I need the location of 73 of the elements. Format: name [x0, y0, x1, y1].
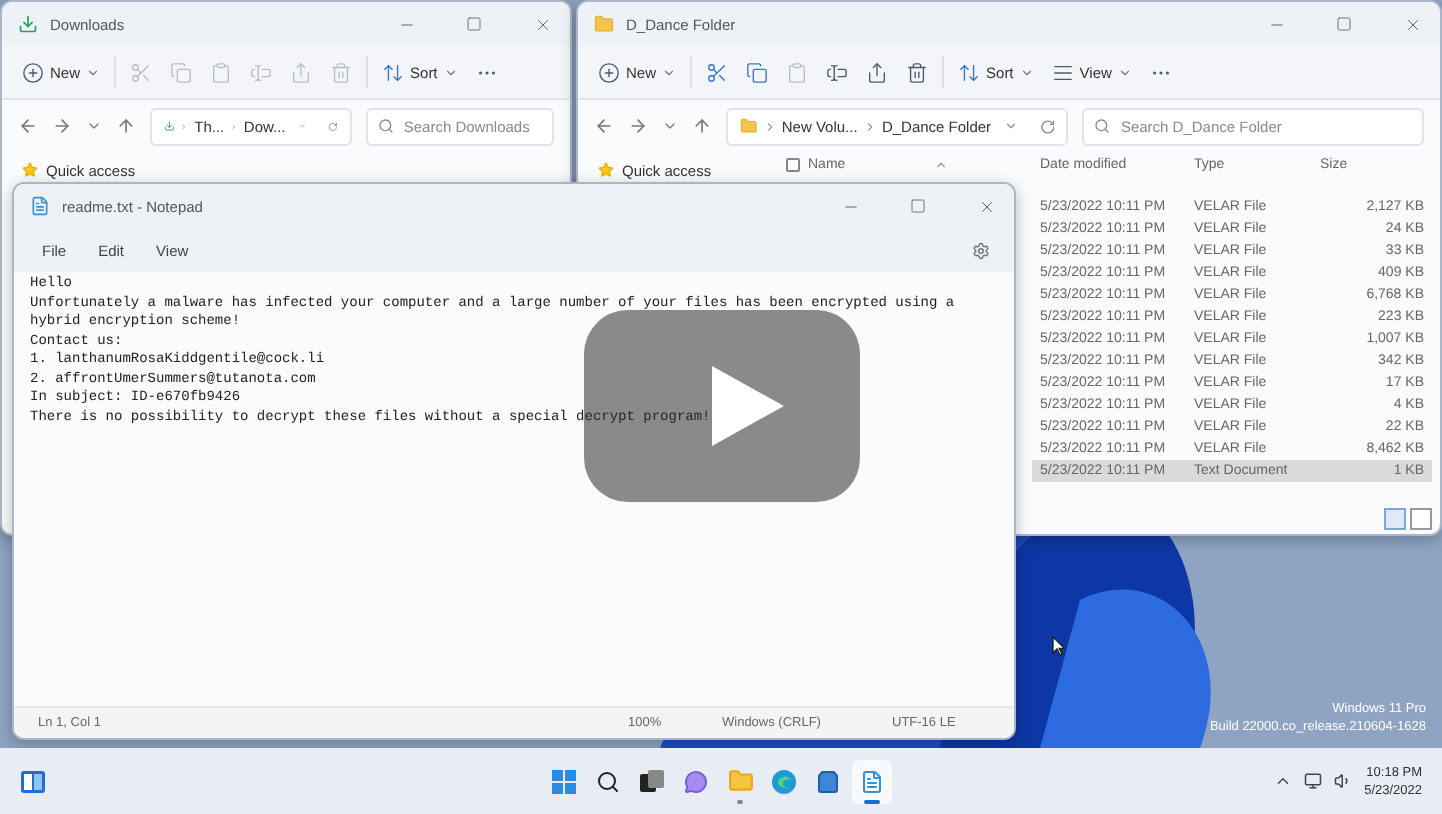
maximize-icon [1336, 16, 1352, 32]
back-icon[interactable] [594, 116, 614, 136]
mouse-cursor-icon [1052, 636, 1066, 656]
task-view-icon [640, 770, 664, 792]
folder-icon [727, 768, 753, 794]
caret-icon [1019, 65, 1034, 79]
select-all-checkbox[interactable] [786, 158, 800, 172]
sort-icon [382, 61, 405, 83]
volume-icon[interactable] [1334, 772, 1353, 790]
download-icon [164, 116, 175, 136]
share-icon [866, 61, 889, 83]
tiles-view-button[interactable] [1410, 508, 1432, 530]
search-icon [596, 769, 620, 793]
refresh-icon[interactable] [328, 117, 338, 135]
sort-icon [958, 61, 981, 83]
recent-locations-icon[interactable] [662, 118, 678, 134]
forward-icon[interactable] [628, 116, 648, 136]
refresh-icon[interactable] [1039, 117, 1055, 135]
chevron-right-icon [863, 119, 876, 133]
star-icon [22, 162, 38, 178]
recent-locations-icon[interactable] [86, 118, 102, 134]
close-icon [977, 197, 995, 215]
chevron-right-icon [763, 119, 776, 133]
up-icon[interactable] [116, 116, 136, 136]
rename-icon [826, 61, 849, 83]
scissors-icon [706, 61, 729, 83]
network-icon[interactable] [1304, 772, 1323, 790]
share-icon [290, 61, 313, 83]
lines-icon [1051, 61, 1074, 83]
forward-icon[interactable] [52, 116, 72, 136]
search-icon [1094, 117, 1111, 133]
up-icon[interactable] [692, 116, 712, 136]
running-indicator [737, 799, 743, 803]
caret-icon [1117, 65, 1132, 79]
clipboard-icon [210, 61, 233, 83]
plus-icon [22, 61, 44, 83]
text-editor[interactable] [14, 272, 1014, 706]
folder-icon [740, 116, 758, 136]
settings-icon[interactable] [972, 241, 990, 259]
clipboard-icon [786, 61, 809, 83]
rename-icon [250, 61, 273, 83]
chat-icon [684, 769, 708, 793]
back-icon[interactable] [18, 116, 38, 136]
folder-icon [594, 14, 614, 34]
star-icon [598, 162, 614, 178]
dropdown-icon[interactable] [1003, 118, 1018, 134]
chevron-up-icon[interactable] [1274, 772, 1293, 790]
maximize-icon [466, 16, 482, 32]
widgets-icon[interactable] [20, 769, 46, 793]
copy-icon [746, 61, 769, 83]
close-icon [533, 15, 551, 33]
notepad-icon [860, 769, 884, 793]
play-icon [712, 366, 784, 446]
copy-icon [170, 61, 193, 83]
search-icon [377, 117, 394, 133]
plus-icon [598, 61, 620, 83]
trash-icon [906, 61, 929, 83]
windows-logo-icon [552, 769, 576, 793]
caret-icon [662, 65, 677, 79]
chevron-right-icon [180, 119, 189, 133]
caret-icon [443, 65, 458, 79]
store-icon [816, 769, 840, 793]
details-view-button[interactable] [1384, 508, 1406, 530]
browser-icon [772, 769, 796, 793]
close-icon [1403, 15, 1421, 33]
caret-icon [86, 65, 101, 79]
scissors-icon [130, 61, 153, 83]
maximize-icon [910, 198, 926, 214]
notepad-icon [30, 196, 50, 216]
running-indicator [864, 799, 880, 803]
sort-caret-icon [933, 158, 948, 172]
trash-icon [330, 61, 353, 83]
download-icon [18, 14, 38, 34]
